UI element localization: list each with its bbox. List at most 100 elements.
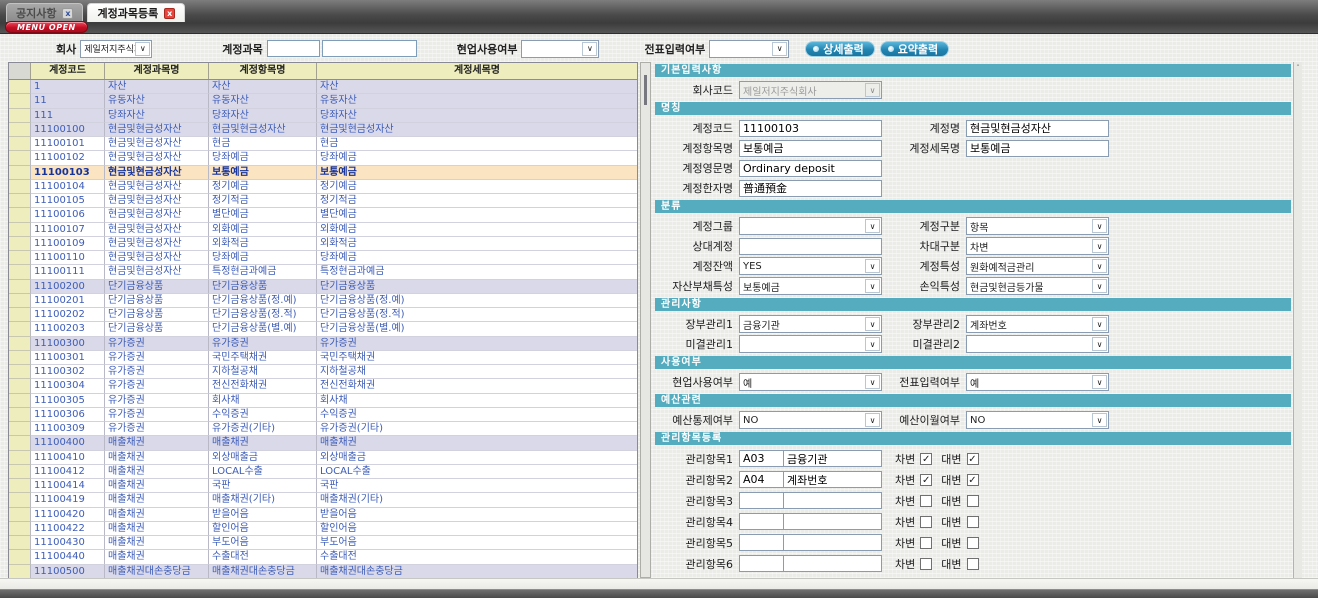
row-selector[interactable] xyxy=(9,109,31,123)
table-row[interactable]: 11100300유가증권유가증권유가증권 xyxy=(9,337,637,351)
debit-checkbox[interactable]: ✓ xyxy=(920,453,932,465)
table-row[interactable]: 11100301유가증권국민주택채권국민주택채권 xyxy=(9,351,637,365)
management-item-code-field[interactable] xyxy=(739,534,783,551)
row-selector[interactable] xyxy=(9,436,31,450)
debit-credit-class-select[interactable]: 차변∨ xyxy=(966,237,1109,255)
asset-liability-attribute-select[interactable]: 보통예금∨ xyxy=(739,277,882,295)
account-english-name-field[interactable] xyxy=(739,160,882,177)
table-row[interactable]: 11100309유가증권유가증권(기타)유가증권(기타) xyxy=(9,422,637,436)
account-code-field[interactable] xyxy=(739,120,882,137)
panel-vertical-scrollbar[interactable]: ˄ xyxy=(1293,62,1302,578)
credit-checkbox[interactable]: ✓ xyxy=(967,474,979,486)
management-item-name-field[interactable] xyxy=(783,513,882,530)
management-item-name-field[interactable] xyxy=(783,450,882,467)
table-row[interactable]: 11100304유가증권전신전화채권전신전화채권 xyxy=(9,379,637,393)
table-row[interactable]: 111당좌자산당좌자산당좌자산 xyxy=(9,109,637,123)
table-row[interactable]: 11100414매출채권국판국판 xyxy=(9,479,637,493)
field-use-yn-select[interactable]: 예∨ xyxy=(739,373,882,391)
credit-checkbox[interactable] xyxy=(967,495,979,507)
account-class-select[interactable]: 항목∨ xyxy=(966,217,1109,235)
table-row[interactable]: 11100105현금및현금성자산정기적금정기적금 xyxy=(9,194,637,208)
table-row[interactable]: 11100201단기금융상품단기금융상품(정.예)단기금융상품(정.예) xyxy=(9,294,637,308)
open-item-mgmt-2-select[interactable]: ∨ xyxy=(966,335,1109,353)
table-row[interactable]: 11100104현금및현금성자산정기예금정기예금 xyxy=(9,180,637,194)
table-row[interactable]: 1자산자산자산 xyxy=(9,80,637,94)
row-selector[interactable] xyxy=(9,237,31,251)
management-item-name-field[interactable] xyxy=(783,471,882,488)
row-selector[interactable] xyxy=(9,180,31,194)
debit-checkbox[interactable] xyxy=(920,516,932,528)
tab-account-registration[interactable]: 계정과목등록 x xyxy=(87,3,185,22)
row-selector[interactable] xyxy=(9,265,31,279)
row-selector[interactable] xyxy=(9,166,31,180)
field-use-select[interactable]: ∨ xyxy=(521,40,599,58)
summary-print-button[interactable]: 요약출력 xyxy=(880,41,949,57)
management-item-code-field[interactable] xyxy=(739,492,783,509)
tab-notice[interactable]: 공지사항 x xyxy=(6,3,83,22)
table-row[interactable]: 11100103현금및현금성자산보통예금보통예금 xyxy=(9,166,637,180)
account-item-name-field[interactable] xyxy=(739,140,882,157)
table-row[interactable]: 11100440매출채권수출대전수출대전 xyxy=(9,550,637,564)
debit-checkbox[interactable] xyxy=(920,558,932,570)
management-item-code-field[interactable] xyxy=(739,513,783,530)
budget-control-yn-select[interactable]: NO∨ xyxy=(739,411,882,429)
row-selector[interactable] xyxy=(9,379,31,393)
table-row[interactable]: 11100102현금및현금성자산당좌예금당좌예금 xyxy=(9,151,637,165)
tab-account-registration-close-icon[interactable]: x xyxy=(164,8,175,19)
row-selector[interactable] xyxy=(9,137,31,151)
grid-vertical-scrollbar[interactable] xyxy=(640,62,651,578)
table-row[interactable]: 11100305유가증권회사채회사채 xyxy=(9,394,637,408)
company-select[interactable]: 제일저지주식회사 ∨ xyxy=(80,40,152,58)
table-row[interactable]: 11100419매출채권매출채권(기타)매출채권(기타) xyxy=(9,493,637,507)
slip-input-yn-select[interactable]: 예∨ xyxy=(966,373,1109,391)
account-code-input[interactable] xyxy=(267,40,320,57)
credit-checkbox[interactable] xyxy=(967,558,979,570)
budget-carryover-yn-select[interactable]: NO∨ xyxy=(966,411,1109,429)
management-item-code-field[interactable] xyxy=(739,555,783,572)
credit-checkbox[interactable]: ✓ xyxy=(967,453,979,465)
table-row[interactable]: 11유동자산유동자산유동자산 xyxy=(9,94,637,108)
table-row[interactable]: 11100420매출채권받을어음받을어음 xyxy=(9,508,637,522)
row-selector[interactable] xyxy=(9,280,31,294)
debit-checkbox[interactable] xyxy=(920,537,932,549)
row-selector[interactable] xyxy=(9,94,31,108)
row-selector[interactable] xyxy=(9,536,31,550)
management-item-name-field[interactable] xyxy=(783,492,882,509)
credit-checkbox[interactable] xyxy=(967,516,979,528)
ledger-mgmt-1-select[interactable]: 금융기관∨ xyxy=(739,315,882,333)
row-selector[interactable] xyxy=(9,422,31,436)
row-selector[interactable] xyxy=(9,80,31,94)
table-row[interactable]: 11100400매출채권매출채권매출채권 xyxy=(9,436,637,450)
table-row[interactable]: 11100111현금및현금성자산특정현금과예금특정현금과예금 xyxy=(9,265,637,279)
tab-notice-close-icon[interactable]: x xyxy=(62,8,73,19)
account-attribute-select[interactable]: 원화예적금관리∨ xyxy=(966,257,1109,275)
table-row[interactable]: 11100302유가증권지하철공채지하철공채 xyxy=(9,365,637,379)
table-row[interactable]: 11100202단기금융상품단기금융상품(정.적)단기금융상품(정.적) xyxy=(9,308,637,322)
row-selector[interactable] xyxy=(9,522,31,536)
row-selector[interactable] xyxy=(9,408,31,422)
table-row[interactable]: 11100422매출채권할인어음할인어음 xyxy=(9,522,637,536)
profit-loss-attribute-select[interactable]: 현금및현금등가물∨ xyxy=(966,277,1109,295)
management-item-code-field[interactable] xyxy=(739,471,783,488)
row-selector[interactable] xyxy=(9,493,31,507)
account-group-select[interactable]: ∨ xyxy=(739,217,882,235)
row-selector[interactable] xyxy=(9,223,31,237)
debit-checkbox[interactable] xyxy=(920,495,932,507)
counter-account-field[interactable] xyxy=(739,238,882,255)
ledger-mgmt-2-select[interactable]: 계좌번호∨ xyxy=(966,315,1109,333)
credit-checkbox[interactable] xyxy=(967,537,979,549)
table-row[interactable]: 11100410매출채권외상매출금외상매출금 xyxy=(9,451,637,465)
management-item-name-field[interactable] xyxy=(783,555,882,572)
row-selector[interactable] xyxy=(9,351,31,365)
row-selector[interactable] xyxy=(9,479,31,493)
row-selector[interactable] xyxy=(9,251,31,265)
management-item-name-field[interactable] xyxy=(783,534,882,551)
row-selector[interactable] xyxy=(9,565,31,579)
row-selector[interactable] xyxy=(9,208,31,222)
table-row[interactable]: 11100109현금및현금성자산외화적금외화적금 xyxy=(9,237,637,251)
row-selector[interactable] xyxy=(9,508,31,522)
grid-scrollbar-thumb[interactable] xyxy=(644,75,647,105)
row-selector[interactable] xyxy=(9,194,31,208)
table-row[interactable]: 11100107현금및현금성자산외화예금외화예금 xyxy=(9,223,637,237)
account-balance-select[interactable]: YES∨ xyxy=(739,257,882,275)
